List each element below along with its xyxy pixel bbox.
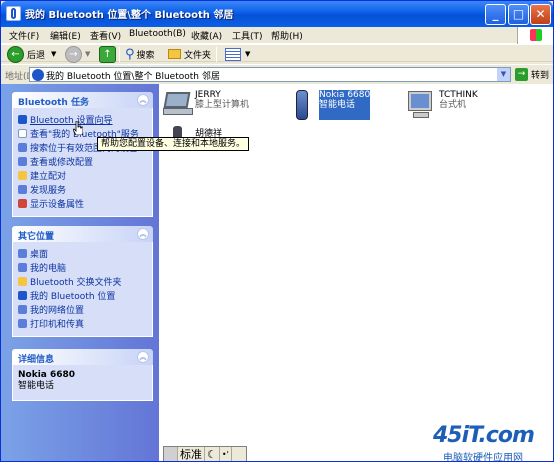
keyboard-icon[interactable] [232, 447, 246, 461]
views-icon [225, 47, 241, 61]
folders-button[interactable]: 文件夹 [168, 45, 211, 63]
toolbar: ← 后退 ▼ → ▼ ↑ ⚲ 搜索 文件夹 ▼ [1, 44, 553, 63]
address-field[interactable]: 我的 Bluetooth 位置\整个 Bluetooth 邻居 ▼ [29, 67, 511, 82]
address-bar: 地址(D) 我的 Bluetooth 位置\整个 Bluetooth 邻居 ▼ … [1, 64, 553, 84]
folder-icon [18, 276, 27, 286]
explorer-window: 我的 Bluetooth 位置\整个 Bluetooth 邻居 _ □ ✕ 文件… [0, 0, 554, 462]
folder-icon [168, 49, 181, 59]
other-places-panel: 其它位置 ︽ 桌面 我的电脑 Bluetooth 交换文件夹 我的 Blueto… [12, 226, 153, 337]
bluetooth-icon [32, 69, 44, 81]
task-discover-services[interactable]: 发现服务 [18, 182, 152, 196]
device-nokia-6680[interactable]: Nokia 6680 智能电话 [287, 90, 371, 120]
panel-header[interactable]: 其它位置 ︽ [12, 226, 153, 242]
ime-mode[interactable]: 标准 [178, 447, 205, 461]
up-folder-icon: ↑ [99, 45, 116, 63]
search-icon [18, 142, 27, 152]
task-modify-config[interactable]: 查看或修改配置 [18, 154, 152, 168]
phone-icon [287, 90, 317, 120]
ime-icon[interactable] [164, 447, 178, 461]
device-tcthink[interactable]: TCTHINK 台式机 [407, 90, 478, 120]
tooltip: 帮助您配置设备、连接和本地服务。 [97, 137, 250, 151]
back-button[interactable]: ← 后退 ▼ [7, 45, 56, 63]
chevron-up-icon[interactable]: ︽ [137, 94, 149, 106]
computer-icon [18, 262, 27, 272]
forward-button[interactable]: → ▼ [65, 45, 90, 63]
details-panel: 详细信息 ︽ Nokia 6680 智能电话 [12, 349, 153, 401]
punctuation-icon[interactable]: •' [220, 447, 232, 461]
menu-bar: 文件(F) 编辑(E) 查看(V) Bluetooth(B) 收藏(A) 工具(… [1, 27, 553, 44]
desktop-computer-icon [407, 90, 437, 120]
menu-help[interactable]: 帮助(H) [271, 29, 303, 42]
forward-arrow-icon: → [65, 45, 82, 63]
bluetooth-icon [6, 6, 21, 21]
panel-header[interactable]: 详细信息 ︽ [12, 349, 153, 365]
laptop-icon [163, 90, 193, 120]
printer-icon [18, 318, 27, 328]
task-setup-wizard[interactable]: Bluetooth 设置向导 [18, 112, 152, 126]
panel-header[interactable]: Bluetooth 任务 ︽ [12, 92, 153, 108]
document-icon [18, 128, 27, 138]
maximize-button[interactable]: □ [508, 4, 529, 25]
device-jerry[interactable]: JERRY 膝上型计算机 [163, 90, 249, 120]
bluetooth-tasks-panel: Bluetooth 任务 ︽ Bluetooth 设置向导 查看"我的 Blue… [12, 92, 153, 217]
place-my-computer[interactable]: 我的电脑 [18, 260, 152, 274]
settings-icon [18, 156, 27, 166]
menu-bluetooth[interactable]: Bluetooth(B) [129, 29, 186, 39]
window-title: 我的 Bluetooth 位置\整个 Bluetooth 邻居 [25, 10, 234, 21]
windows-logo [517, 27, 553, 44]
pair-icon [18, 170, 27, 180]
desktop-icon [18, 248, 27, 258]
chevron-up-icon[interactable]: ︽ [137, 228, 149, 240]
chevron-up-icon[interactable]: ︽ [137, 351, 149, 363]
bluetooth-icon [18, 290, 27, 300]
place-desktop[interactable]: 桌面 [18, 246, 152, 260]
watermark-logo: 45iT.com [433, 423, 535, 448]
menu-edit[interactable]: 编辑(E) [50, 29, 81, 42]
place-my-bluetooth[interactable]: 我的 Bluetooth 位置 [18, 288, 152, 302]
place-bluetooth-exchange[interactable]: Bluetooth 交换文件夹 [18, 274, 152, 288]
menu-view[interactable]: 查看(V) [90, 29, 121, 42]
properties-icon [18, 198, 27, 208]
network-icon [18, 304, 27, 314]
hand-cursor-icon [73, 121, 83, 135]
watermark-text: 电脑软硬件应用网 [443, 453, 523, 462]
detail-type: 智能电话 [18, 381, 55, 391]
menu-tools[interactable]: 工具(T) [232, 29, 263, 42]
close-button[interactable]: ✕ [530, 4, 551, 25]
minimize-button[interactable]: _ [485, 4, 506, 25]
search-icon: ⚲ [125, 46, 135, 62]
back-arrow-icon: ← [7, 45, 24, 63]
chevron-down-icon[interactable]: ▼ [496, 68, 510, 81]
title-bar[interactable]: 我的 Bluetooth 位置\整个 Bluetooth 邻居 _ □ ✕ [1, 1, 553, 27]
site-watermark: 45iT.com 电脑软硬件应用网 [433, 423, 553, 462]
go-button[interactable]: → 转到 [515, 67, 549, 82]
moon-icon[interactable]: ☾ [205, 447, 220, 461]
place-network[interactable]: 我的网络位置 [18, 302, 152, 316]
place-printers[interactable]: 打印机和传真 [18, 316, 152, 330]
up-button[interactable]: ↑ [99, 45, 119, 63]
go-arrow-icon: → [515, 68, 528, 81]
menu-favorites[interactable]: 收藏(A) [191, 29, 222, 42]
task-pair[interactable]: 建立配对 [18, 168, 152, 182]
search-icon [18, 184, 27, 194]
task-device-properties[interactable]: 显示设备属性 [18, 196, 152, 210]
views-button[interactable]: ▼ [225, 45, 250, 63]
detail-name: Nokia 6680 [18, 370, 76, 380]
menu-file[interactable]: 文件(F) [9, 29, 39, 42]
ime-toolbar[interactable]: 标准 ☾ •' [163, 446, 247, 461]
bluetooth-icon [18, 114, 27, 124]
search-button[interactable]: ⚲ 搜索 [125, 45, 155, 63]
